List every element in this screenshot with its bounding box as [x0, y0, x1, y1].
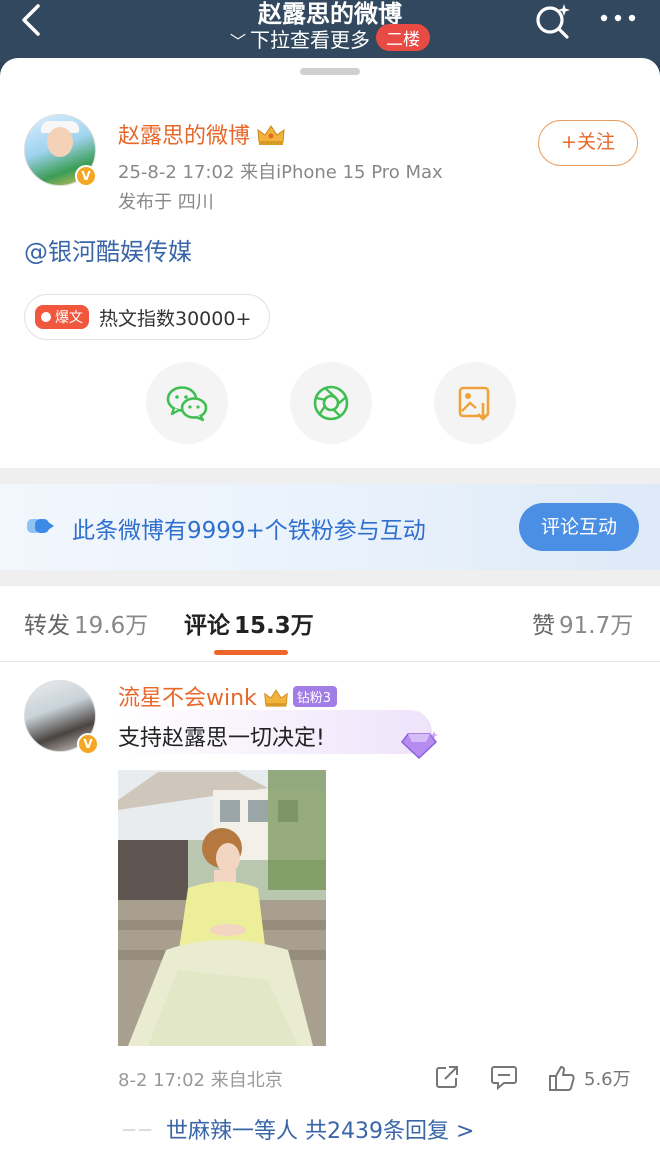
tab-like-count: 91.7万 — [559, 613, 634, 639]
avatar-face — [47, 127, 73, 157]
post-location: 发布于 四川 — [118, 192, 214, 213]
active-tab-indicator — [214, 650, 288, 655]
reply-dash: —— — [122, 1122, 154, 1138]
more-options-icon[interactable] — [598, 8, 638, 28]
comment-time-source: 8-2 17:02 来自北京 — [118, 1070, 283, 1091]
hot-index-pill[interactable]: 爆文 热文指数30000+ — [24, 294, 271, 340]
commenter-avatar[interactable]: V — [24, 680, 99, 755]
post-time-source: 25-8-2 17:02 来自iPhone 15 Pro Max — [118, 162, 443, 183]
author-name[interactable]: 赵露思的微博 — [118, 118, 286, 150]
photo-image — [118, 770, 326, 1046]
comment-share-button[interactable] — [434, 1064, 460, 1090]
view-replies-text: 世麻辣一等人 共2439条回复 > — [166, 1119, 475, 1144]
tab-repost-label: 转发 — [24, 613, 70, 639]
save-image-icon — [458, 386, 490, 421]
hot-tag-label: 爆文 — [55, 310, 83, 326]
hot-index-text: 热文指数30000+ — [99, 307, 252, 330]
share-wechat-button[interactable] — [146, 362, 228, 444]
section-divider — [0, 570, 660, 586]
save-image-button[interactable] — [434, 362, 516, 444]
crown-icon — [257, 125, 285, 145]
share-moments-button[interactable] — [290, 362, 372, 444]
author-name-text: 赵露思的微博 — [118, 124, 251, 149]
post-mention-link[interactable]: @银河酷娱传媒 — [24, 232, 192, 267]
tab-comment-count: 15.3万 — [234, 613, 314, 639]
comment-like-count: 5.6万 — [584, 1069, 631, 1090]
floor-badge[interactable]: 二楼 — [376, 24, 430, 51]
section-divider — [0, 468, 660, 484]
tab-repost[interactable]: 转发 19.6万 — [24, 606, 148, 640]
commenter-name-text: 流星不会wink — [118, 686, 257, 711]
search-icon[interactable] — [534, 2, 572, 40]
author-avatar[interactable]: V — [24, 114, 97, 187]
thumbs-up-icon — [549, 1066, 575, 1091]
diamond-decoration-icon — [400, 731, 438, 760]
tab-comment-label: 评论 — [184, 613, 230, 639]
iron-fans-banner: 此条微博有9999+个铁粉参与互动 评论互动 — [0, 484, 660, 570]
pull-down-text: 下拉查看更多 — [250, 28, 370, 52]
iron-fans-text: 此条微博有9999+个铁粉参与互动 — [72, 518, 426, 544]
comment-icon — [491, 1066, 517, 1090]
tab-like[interactable]: 赞 91.7万 — [532, 606, 633, 640]
drag-handle[interactable] — [300, 68, 360, 75]
hot-tag: 爆文 — [35, 305, 89, 329]
follow-button[interactable]: +关注 — [538, 120, 638, 166]
tab-repost-count: 19.6万 — [74, 613, 149, 639]
chevron-down-icon: ﹀ — [229, 32, 246, 51]
post-sheet: V 赵露思的微博 25-8-2 17:02 来自iPhone 15 Pro Ma… — [0, 58, 660, 1157]
comment-reply-button[interactable] — [490, 1064, 518, 1090]
share-out-icon — [436, 1066, 458, 1088]
post-tabs: 转发 19.6万 评论 15.3万 赞 91.7万 — [0, 586, 660, 662]
tab-comment[interactable]: 评论 15.3万 — [184, 606, 314, 640]
crown-icon — [264, 689, 288, 707]
fan-level-badge: 钻粉3 — [292, 686, 338, 707]
verified-v-icon: V — [75, 165, 97, 187]
wechat-icon — [166, 386, 208, 422]
comment-photo[interactable] — [118, 770, 326, 1046]
tab-like-label: 赞 — [532, 613, 555, 639]
comment-text: 支持赵露思一切决定! — [118, 726, 325, 751]
top-bar: 赵露思的微博 ﹀ 下拉查看更多 二楼 — [0, 0, 660, 62]
comment-like-button[interactable]: 5.6万 — [548, 1064, 631, 1092]
weibo-logo-icon — [41, 312, 51, 322]
commenter-name[interactable]: 流星不会wink 钻粉3 — [118, 680, 338, 712]
moments-icon — [313, 385, 349, 421]
view-replies-link[interactable]: —— 世麻辣一等人 共2439条回复 > — [122, 1113, 474, 1145]
verified-v-icon: V — [77, 733, 99, 755]
comment-interaction-button[interactable]: 评论互动 — [519, 503, 639, 551]
fans-interaction-icon — [27, 519, 54, 533]
